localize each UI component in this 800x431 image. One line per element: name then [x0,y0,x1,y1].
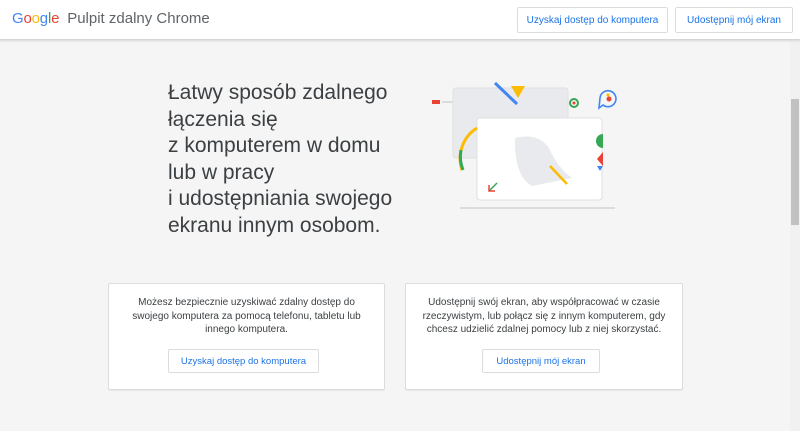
product-name: Pulpit zdalny Chrome [67,10,210,27]
hero-heading: Łatwy sposób zdalnego łączenia się z kom… [168,80,428,239]
app-logo[interactable]: Google Pulpit zdalny Chrome [12,10,210,27]
hero-line: łączenia się [168,107,278,131]
scrollbar-track[interactable] [790,41,800,431]
access-card-description: Możesz bezpiecznie uzyskiwać zdalny dost… [132,297,361,335]
remote-desktop-illustration [432,81,617,209]
share-screen-button[interactable]: Udostępnij mój ekran [482,349,600,373]
hero-line: z komputerem w domu [168,134,381,157]
hero-line: i udostępniania swojego [168,187,393,210]
header-share-screen-button[interactable]: Udostępnij mój ekran [675,7,793,33]
header-access-computer-button[interactable]: Uzyskaj dostęp do komputera [517,7,668,33]
logo-letter: o [31,10,40,27]
hero-line: lub w pracy [168,160,275,184]
hero-line: Łatwy sposób zdalnego [168,81,388,104]
logo-letter: g [39,10,48,27]
google-wordmark: Google [12,10,63,27]
scrollbar-thumb[interactable] [791,99,799,225]
hero-line: ekranu innym osobom. [168,213,381,237]
logo-letter: o [23,10,32,27]
share-card-description: Udostępnij swój ekran, aby współpracować… [422,297,666,335]
logo-letter: e [51,10,60,27]
top-bar: Google Pulpit zdalny Chrome Uzyskaj dost… [0,0,800,40]
access-computer-card: Możesz bezpiecznie uzyskiwać zdalny dost… [108,283,385,390]
share-screen-card: Udostępnij swój ekran, aby współpracować… [405,283,683,390]
access-computer-button[interactable]: Uzyskaj dostęp do komputera [168,349,319,373]
logo-letter: G [12,10,24,27]
